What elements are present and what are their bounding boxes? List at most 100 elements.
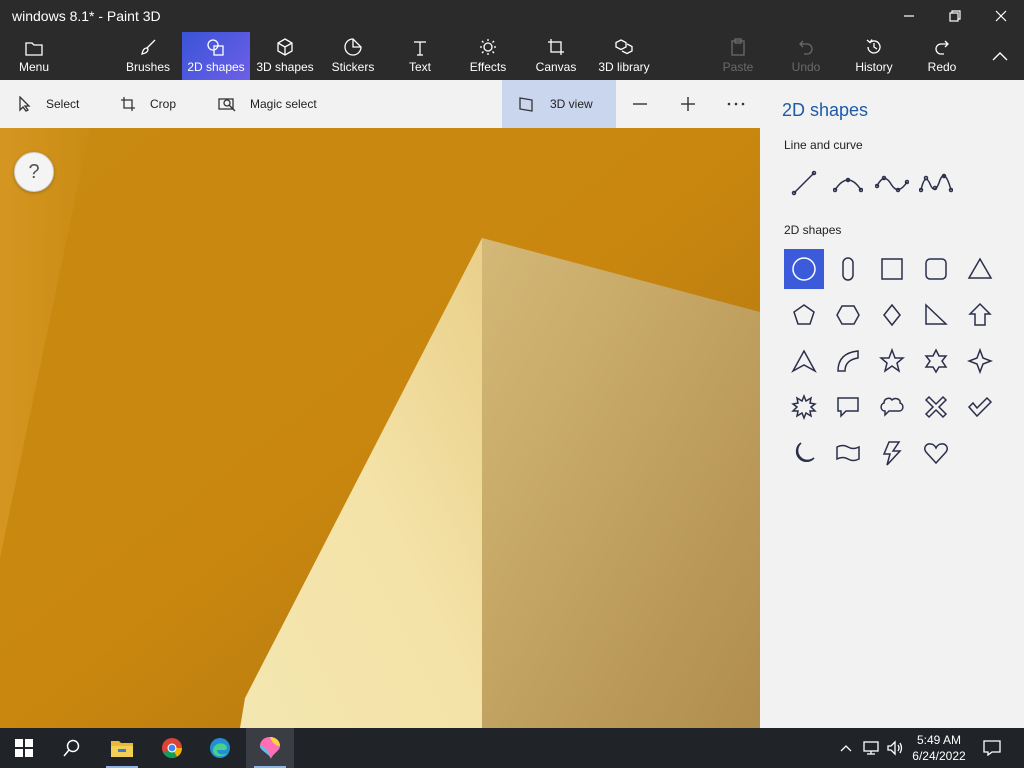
heart-shape[interactable]: [916, 433, 956, 473]
folder-icon: [25, 42, 43, 56]
circle-icon: [792, 257, 816, 281]
cube-icon: [277, 38, 293, 56]
collapse-ribbon-button[interactable]: [980, 32, 1020, 80]
x-icon: [924, 395, 948, 419]
undo-button[interactable]: Undo: [784, 32, 828, 80]
canvas-tab[interactable]: Canvas: [534, 32, 578, 80]
select-label: Select: [46, 97, 80, 111]
action-center-button[interactable]: [978, 728, 1006, 768]
taskbar-clock[interactable]: 5:49 AM 6/24/2022: [906, 732, 972, 764]
square-shape[interactable]: [872, 249, 912, 289]
minimize-icon: [904, 15, 914, 17]
thought-bubble-shape[interactable]: [872, 387, 912, 427]
cursor-icon: [19, 96, 31, 112]
star-6-shape[interactable]: [916, 341, 956, 381]
right-triangle-shape[interactable]: [916, 295, 956, 335]
help-label: ?: [28, 160, 40, 183]
search-button[interactable]: [48, 728, 96, 768]
drawing-canvas[interactable]: ?: [0, 128, 760, 728]
zoom-in-button[interactable]: [668, 80, 708, 128]
taskbar-paint3d[interactable]: [246, 728, 294, 768]
line-tool[interactable]: [784, 163, 824, 203]
magic-select-icon: [218, 98, 236, 112]
right-triangle-icon: [925, 303, 948, 325]
effects-label: Effects: [469, 60, 507, 74]
crescent-moon-shape[interactable]: [784, 433, 824, 473]
brushes-tab[interactable]: Brushes: [122, 32, 174, 80]
taskbar-chrome[interactable]: [148, 728, 196, 768]
2d-shapes-icon: [207, 39, 224, 56]
crescent-moon-icon: [795, 442, 815, 463]
undo-icon: [799, 40, 813, 55]
show-hidden-icons-button[interactable]: [836, 728, 856, 768]
lightning-shape[interactable]: [872, 433, 912, 473]
library-icon: [615, 39, 633, 55]
text-tab[interactable]: Text: [398, 32, 442, 80]
windows-taskbar: 5:49 AM 6/24/2022: [0, 728, 1024, 768]
text-icon: [414, 41, 426, 56]
star-5-icon: [879, 348, 905, 373]
3d-view-button[interactable]: 3D view: [502, 80, 616, 128]
arrowhead-shape[interactable]: [784, 341, 824, 381]
restore-icon: [949, 10, 961, 22]
star-4-shape[interactable]: [960, 341, 1000, 381]
x-shape[interactable]: [916, 387, 956, 427]
checkmark-shape[interactable]: [960, 387, 1000, 427]
burst-shape[interactable]: [784, 387, 824, 427]
rounded-square-shape[interactable]: [916, 249, 956, 289]
capsule-shape[interactable]: [828, 249, 868, 289]
canvas-image: [0, 128, 760, 728]
volume-button[interactable]: [884, 728, 906, 768]
volume-icon: [887, 740, 903, 756]
thought-bubble-icon: [880, 397, 904, 417]
rounded-capsule-icon: [842, 257, 854, 281]
magic-select-button[interactable]: Magic select: [218, 80, 317, 128]
checkmark-icon: [967, 396, 993, 418]
3d-library-tab[interactable]: 3D library: [596, 32, 652, 80]
minimize-button[interactable]: [886, 0, 932, 32]
arrowhead-icon: [791, 349, 817, 373]
hexagon-shape[interactable]: [828, 295, 868, 335]
edge-icon: [210, 738, 230, 758]
arrow-up-shape[interactable]: [960, 295, 1000, 335]
3d-view-label: 3D view: [550, 97, 593, 111]
two-point-curve-tool[interactable]: [872, 163, 912, 203]
diamond-shape[interactable]: [872, 295, 912, 335]
star-5-shape[interactable]: [872, 341, 912, 381]
start-button[interactable]: [0, 728, 48, 768]
3d-shapes-tab[interactable]: 3D shapes: [254, 32, 316, 80]
select-button[interactable]: Select: [18, 80, 79, 128]
quarter-circle-shape[interactable]: [828, 341, 868, 381]
2d-shapes-tab[interactable]: 2D shapes: [182, 32, 250, 80]
effects-tab[interactable]: Effects: [466, 32, 510, 80]
redo-icon: [935, 40, 949, 55]
three-point-curve-icon: [919, 173, 953, 193]
triangle-shape[interactable]: [960, 249, 1000, 289]
network-button[interactable]: [860, 728, 882, 768]
banner-shape[interactable]: [828, 433, 868, 473]
history-button[interactable]: History: [850, 32, 898, 80]
help-button[interactable]: ?: [14, 152, 54, 192]
paste-button[interactable]: Paste: [716, 32, 760, 80]
taskbar-edge[interactable]: [196, 728, 244, 768]
redo-label: Redo: [927, 60, 957, 74]
pentagon-shape[interactable]: [784, 295, 824, 335]
taskbar-file-explorer[interactable]: [98, 728, 146, 768]
stickers-tab[interactable]: Stickers: [328, 32, 378, 80]
three-point-curve-tool[interactable]: [916, 163, 956, 203]
menu-button[interactable]: Menu: [8, 32, 60, 80]
chevron-up-icon: [992, 52, 1008, 61]
zoom-out-button[interactable]: [620, 80, 660, 128]
brush-icon: [141, 39, 156, 55]
more-options-button[interactable]: [716, 80, 756, 128]
paint3d-window: windows 8.1* - Paint 3D Menu Brushes 2D …: [0, 0, 1024, 768]
restore-button[interactable]: [932, 0, 978, 32]
curve-tool[interactable]: [828, 163, 868, 203]
close-button[interactable]: [978, 0, 1024, 32]
redo-button[interactable]: Redo: [920, 32, 964, 80]
lightning-icon: [882, 441, 902, 466]
speech-bubble-shape[interactable]: [828, 387, 868, 427]
crop-button[interactable]: Crop: [120, 80, 176, 128]
diamond-icon: [883, 303, 901, 327]
circle-shape[interactable]: [784, 249, 824, 289]
